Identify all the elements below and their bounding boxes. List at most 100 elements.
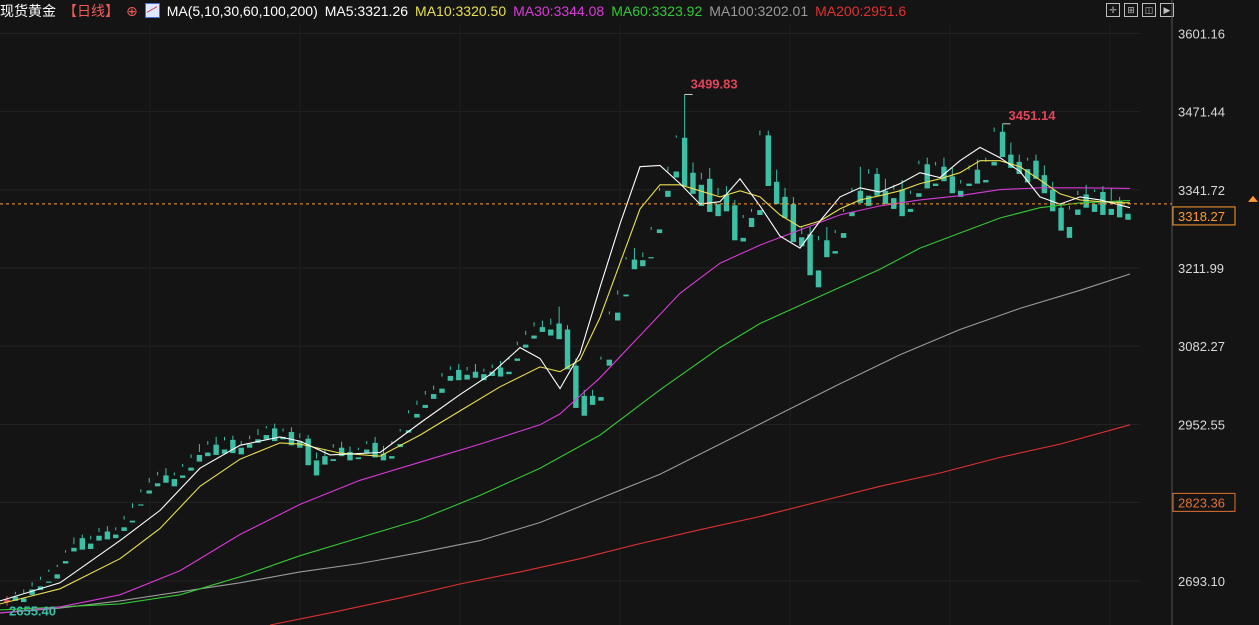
candle-body (113, 534, 119, 539)
candle-body (447, 375, 454, 381)
candle (732, 199, 738, 241)
candle-body (715, 204, 721, 217)
candle (556, 306, 562, 340)
candle-body (121, 527, 127, 531)
candle-body (163, 475, 169, 483)
candle (932, 161, 939, 187)
candle-body (589, 395, 596, 405)
candle (573, 358, 579, 408)
candle (631, 248, 638, 270)
candle (1041, 165, 1048, 194)
candle-body (497, 367, 504, 377)
candle-body (129, 520, 136, 523)
candle (924, 157, 930, 189)
candle-body (924, 164, 930, 189)
candle (748, 208, 755, 228)
candle-body (54, 574, 60, 579)
candle (221, 436, 228, 454)
candle-body (882, 190, 889, 205)
candle-body (104, 531, 111, 540)
ma60-line (0, 199, 1131, 611)
candle (765, 130, 771, 187)
candle (815, 236, 822, 288)
candle-body (506, 371, 512, 375)
y-tick-label: 3341.72 (1178, 183, 1225, 198)
candle (865, 169, 872, 206)
candle-body (932, 183, 939, 187)
candle (171, 472, 178, 487)
second-high-annotation: 3451.14 (1009, 108, 1057, 123)
candle-body (548, 329, 554, 336)
candle (899, 179, 905, 217)
candle-body (757, 210, 763, 215)
candle-body (1091, 204, 1098, 212)
candle-body (690, 172, 696, 194)
candle-body (188, 467, 194, 471)
candle-body (665, 190, 671, 197)
candle-body (556, 323, 562, 340)
candle (430, 385, 437, 399)
candle (21, 589, 27, 603)
candle (464, 366, 470, 380)
candle (1066, 205, 1073, 238)
candle-body (330, 459, 336, 461)
candle-body (272, 428, 278, 442)
candle (113, 527, 119, 539)
candle (447, 366, 454, 381)
candle-body (205, 452, 211, 457)
candlestick-chart[interactable]: 3601.16 3471.44 3341.72 3211.99 3082.27 2952.… (0, 0, 1259, 625)
candle (87, 535, 94, 550)
candle-body (539, 327, 546, 332)
candle-body (213, 444, 219, 455)
y-tick-label: 2693.10 (1178, 574, 1225, 589)
candle-body (422, 404, 428, 408)
candle-body (1075, 209, 1081, 215)
candle (246, 435, 253, 448)
candle (991, 127, 997, 166)
candle-body (196, 454, 203, 462)
candle (522, 330, 529, 348)
candle (681, 94, 688, 187)
candle-body (581, 395, 587, 416)
candle (824, 227, 830, 258)
candle-body (1125, 213, 1131, 220)
candle-body (983, 179, 989, 183)
candle (364, 441, 370, 454)
candle (96, 527, 102, 541)
candle (983, 157, 989, 183)
candle-body (154, 483, 161, 487)
candle-body (991, 161, 997, 166)
candle (129, 503, 136, 523)
candle (773, 169, 780, 205)
candle-body (146, 490, 152, 494)
candle-body (698, 184, 705, 206)
candle (288, 427, 295, 446)
candle-body (46, 581, 52, 583)
candle-body (606, 359, 613, 366)
candle (1116, 196, 1123, 218)
candle-body (313, 460, 320, 476)
candle-body (740, 237, 746, 242)
candle-body (874, 173, 880, 196)
candle (648, 227, 654, 259)
candle-body (773, 181, 780, 205)
candle (623, 257, 629, 297)
candle-body (815, 270, 822, 288)
ma30-line (0, 187, 1131, 614)
candle (305, 435, 311, 466)
ma200-line (269, 424, 1131, 625)
candle (313, 452, 320, 476)
candle-body (564, 329, 571, 370)
candle-body (966, 183, 972, 187)
candle-body (246, 444, 253, 448)
candle-body (230, 439, 236, 454)
candle-body (472, 371, 479, 378)
candle-body (656, 229, 663, 234)
y-tick-label: 3471.44 (1178, 105, 1225, 120)
candle (832, 230, 838, 254)
candle-body (138, 504, 144, 506)
candle (673, 135, 679, 178)
candle-body (71, 547, 77, 552)
candle-body (681, 137, 688, 187)
candle-body (179, 475, 186, 478)
